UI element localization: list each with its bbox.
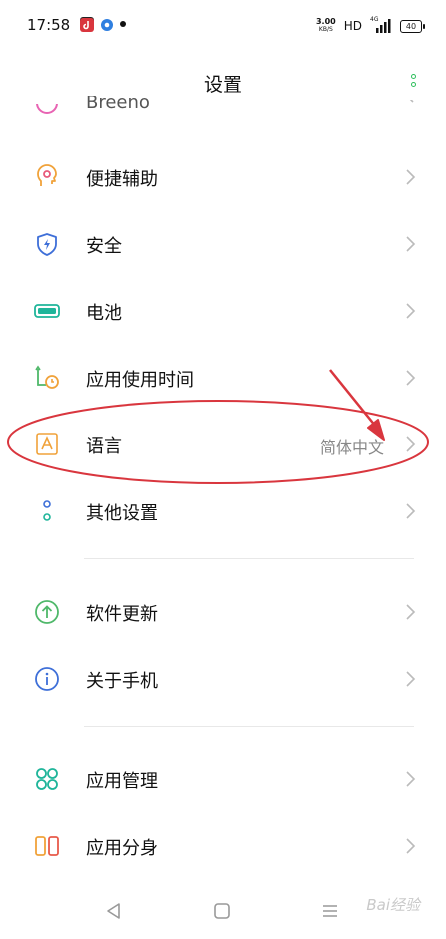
list-item-label: 语言 <box>86 436 122 457</box>
list-item-software-update[interactable]: 软件更新 <box>0 581 446 641</box>
software-update-icon <box>35 600 59 624</box>
signal-icon: 4G <box>370 16 392 33</box>
shield-icon <box>37 233 57 256</box>
info-icon <box>35 667 59 691</box>
list-item-app-management[interactable]: 应用管理 <box>0 748 446 808</box>
scroll-fade <box>0 114 446 128</box>
chevron-right-icon <box>406 303 416 319</box>
language-value: 简体中文 <box>319 438 384 457</box>
accessibility-icon <box>37 164 57 186</box>
breeno-item-label[interactable]: Breeno <box>86 96 150 114</box>
recents-icon[interactable] <box>318 899 342 923</box>
list-item-language[interactable]: 语言 简体中文 <box>0 413 446 473</box>
chevron-right-icon <box>406 771 416 787</box>
chevron-right-icon <box>406 236 416 252</box>
list-item-accessibility[interactable]: 便捷辅助 <box>0 146 446 206</box>
battery-indicator: 40 <box>400 19 425 33</box>
list-item-label: 应用分身 <box>86 838 158 859</box>
hd-indicator: HD <box>343 19 362 33</box>
list-item-other-settings[interactable]: 其他设置 <box>0 480 446 540</box>
back-icon[interactable] <box>102 899 126 923</box>
chevron-right-icon <box>406 169 416 185</box>
notification-dot-icon <box>120 21 126 27</box>
page-title: 设置 <box>203 74 242 96</box>
list-item-label: 关于手机 <box>86 671 158 692</box>
status-time: 17:58 <box>27 16 71 34</box>
battery-icon <box>34 304 60 318</box>
watermark: Bai经验 <box>366 896 420 914</box>
app-clone-icon <box>35 836 59 856</box>
section-divider <box>84 558 414 559</box>
list-item-label: 安全 <box>86 236 122 257</box>
chevron-right-icon <box>406 838 416 854</box>
list-item-label: 应用管理 <box>86 771 158 792</box>
list-item-label: 便捷辅助 <box>86 169 158 190</box>
section-divider <box>84 726 414 727</box>
title-bar: 设置 <box>0 52 446 114</box>
chevron-right-icon <box>406 436 416 452</box>
status-indicators: 3.00 KB/S HD 4G 40 <box>315 16 425 36</box>
app-usage-time-icon <box>35 365 59 389</box>
more-settings-icon <box>43 500 51 521</box>
list-item-security[interactable]: 安全 <box>0 213 446 273</box>
chevron-right-icon <box>406 370 416 386</box>
chevron-right-icon <box>406 604 416 620</box>
language-icon <box>36 433 58 455</box>
chevron-right-icon <box>409 100 414 103</box>
list-item-battery[interactable]: 电池 <box>0 280 446 340</box>
app-notification-icon <box>100 17 114 31</box>
tiktok-icon <box>80 17 94 32</box>
chevron-right-icon <box>406 671 416 687</box>
list-item-label: 其他设置 <box>86 503 158 524</box>
settings-screen: 17:58 3.00 KB/S HD 4G 40 设置 Breeno 便捷辅助 … <box>0 0 446 939</box>
network-speed: 3.00 KB/S <box>315 17 336 34</box>
list-item-app-usage-time[interactable]: 应用使用时间 <box>0 347 446 407</box>
status-bar: 17:58 3.00 KB/S HD 4G 40 <box>0 0 446 52</box>
list-item-about-phone[interactable]: 关于手机 <box>0 648 446 708</box>
more-options-icon[interactable] <box>408 74 418 96</box>
chevron-right-icon <box>406 503 416 519</box>
list-item-label: 应用使用时间 <box>86 370 194 391</box>
list-item-label: 软件更新 <box>86 604 158 625</box>
home-icon[interactable] <box>210 899 234 923</box>
list-item-app-clone[interactable]: 应用分身 <box>0 815 446 875</box>
app-management-icon <box>36 768 58 790</box>
list-item-label: 电池 <box>86 303 122 324</box>
